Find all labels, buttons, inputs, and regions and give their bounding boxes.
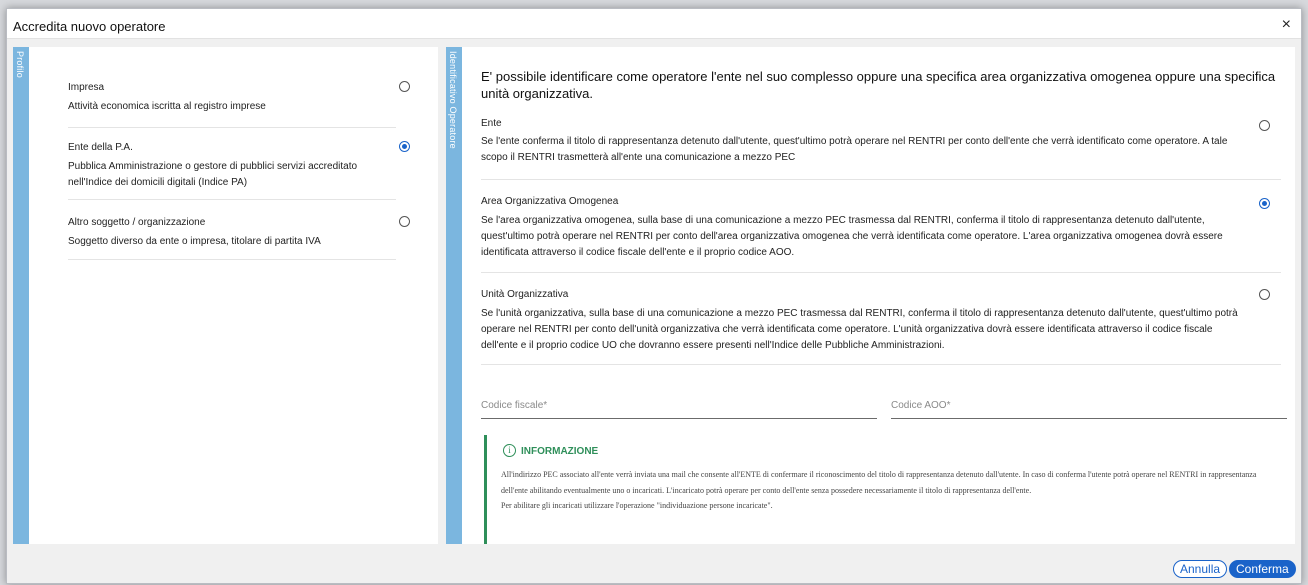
profile-tab-label: Profilo: [15, 51, 25, 78]
option-title: Unità Organizzativa: [481, 289, 569, 300]
radio-aoo[interactable]: [1259, 198, 1270, 209]
identificativo-tab-label: Identificativo Operatore: [448, 51, 458, 149]
info-icon: i: [503, 444, 516, 457]
option-title: Ente: [481, 118, 502, 129]
radio-impresa[interactable]: [399, 81, 410, 92]
information-box: i INFORMAZIONE All'indirizzo PEC associa…: [484, 435, 1281, 544]
profile-panel: Profilo Impresa Attività economica iscri…: [13, 47, 438, 544]
operatore-option-unita[interactable]: Unità Organizzativa Se l'unità organizza…: [481, 273, 1281, 365]
identificativo-tab: Identificativo Operatore: [446, 47, 462, 544]
profile-option-altro-soggetto[interactable]: Altro soggetto / organizzazione Soggetto…: [68, 200, 410, 260]
identificativo-heading: E' possibile identificare come operatore…: [481, 69, 1276, 101]
operatore-option-aoo[interactable]: Area Organizzativa Omogenea Se l'area or…: [481, 180, 1281, 273]
radio-ente-pa[interactable]: [399, 141, 410, 152]
info-text: All'indirizzo PEC associato all'ente ver…: [501, 467, 1271, 514]
info-title: INFORMAZIONE: [521, 446, 599, 457]
operatore-option-ente[interactable]: Ente Se l'ente conferma il titolo di rap…: [481, 113, 1281, 180]
option-title: Area Organizzativa Omogenea: [481, 196, 619, 207]
info-paragraph: Per abilitare gli incaricati utilizzare …: [501, 501, 773, 510]
option-description: Attività economica iscritta al registro …: [68, 101, 266, 112]
option-title: Impresa: [68, 82, 105, 93]
option-description: Se l'ente conferma il titolo di rapprese…: [481, 136, 1228, 163]
identificativo-panel: Identificativo Operatore E' possibile id…: [446, 47, 1295, 544]
codice-aoo-input[interactable]: [891, 393, 1287, 417]
dialog-header: Accredita nuovo operatore ×: [7, 9, 1301, 39]
codice-fiscale-input[interactable]: [481, 393, 877, 417]
radio-unita[interactable]: [1259, 289, 1270, 300]
dialog-title: Accredita nuovo operatore: [13, 19, 166, 34]
profile-option-impresa[interactable]: Impresa Attività economica iscritta al r…: [68, 71, 410, 128]
option-title: Altro soggetto / organizzazione: [68, 217, 206, 228]
info-paragraph: All'indirizzo PEC associato all'ente ver…: [501, 470, 1257, 495]
option-title: Ente della P.A.: [68, 142, 133, 153]
option-description: Se l'unità organizzativa, sulla base di …: [481, 308, 1238, 351]
option-description: Pubblica Amministrazione o gestore di pu…: [68, 161, 358, 188]
option-description: Soggetto diverso da ente o impresa, tito…: [68, 236, 321, 247]
option-description: Se l'area organizzativa omogenea, sulla …: [481, 215, 1223, 258]
profile-option-ente-pa[interactable]: Ente della P.A. Pubblica Amministrazione…: [68, 128, 410, 200]
confirm-button[interactable]: Conferma: [1229, 560, 1296, 578]
radio-ente[interactable]: [1259, 120, 1270, 131]
codice-aoo-field[interactable]: [891, 393, 1287, 419]
radio-altro-soggetto[interactable]: [399, 216, 410, 227]
accredita-operatore-dialog: Accredita nuovo operatore × Profilo Impr…: [6, 8, 1302, 584]
cancel-button[interactable]: Annulla: [1173, 560, 1228, 578]
codice-fiscale-field[interactable]: [481, 393, 877, 419]
close-icon[interactable]: ×: [1282, 17, 1291, 33]
profile-tab: Profilo: [13, 47, 29, 544]
